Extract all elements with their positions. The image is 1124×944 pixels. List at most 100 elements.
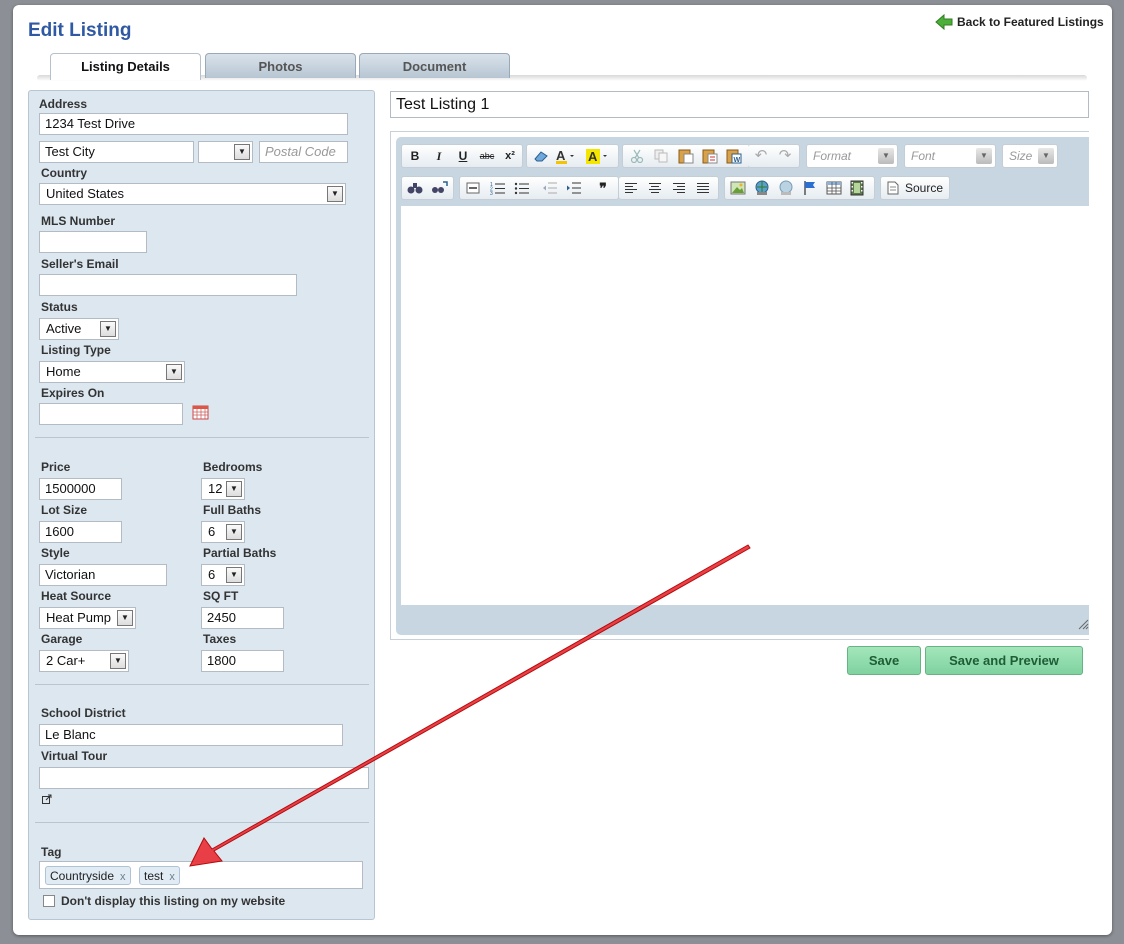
font-combo[interactable]: Font ▼	[904, 144, 996, 168]
listing-type-select[interactable]: Home ▼	[39, 361, 185, 383]
outdent-icon[interactable]	[542, 181, 558, 195]
address-input[interactable]: 1234 Test Drive	[39, 113, 348, 135]
style-input[interactable]: Victorian	[39, 564, 167, 586]
svg-text:A: A	[588, 149, 598, 164]
find-icon[interactable]	[407, 181, 423, 195]
full-baths-select[interactable]: 6 ▼	[201, 521, 245, 543]
toolbar-source: Source	[880, 176, 950, 200]
copy-icon[interactable]	[654, 149, 668, 163]
back-to-featured-link[interactable]: Back to Featured Listings	[935, 13, 1104, 31]
tag-label: Tag	[41, 845, 62, 859]
table-icon[interactable]	[826, 181, 842, 195]
status-select[interactable]: Active ▼	[39, 318, 119, 340]
justify-icon[interactable]	[696, 182, 710, 194]
tab-photos[interactable]: Photos	[205, 53, 356, 78]
numbered-list-icon[interactable]: 123	[490, 181, 506, 195]
tag-chip: test x	[139, 866, 180, 885]
horizontal-rule-icon[interactable]	[466, 182, 480, 194]
toolbar-insert	[724, 176, 875, 200]
svg-text:W: W	[734, 157, 741, 164]
align-left-icon[interactable]	[624, 182, 638, 194]
paste-icon[interactable]	[678, 148, 694, 164]
background-color-icon[interactable]: A	[585, 148, 611, 165]
seller-email-input[interactable]	[39, 274, 297, 296]
save-and-preview-button[interactable]: Save and Preview	[925, 646, 1083, 675]
format-combo[interactable]: Format ▼	[806, 144, 898, 168]
partial-baths-select[interactable]: 6 ▼	[201, 564, 245, 586]
garage-select[interactable]: 2 Car+ ▼	[39, 650, 129, 672]
divider	[35, 822, 369, 823]
price-input[interactable]: 1500000	[39, 478, 122, 500]
virtual-tour-label: Virtual Tour	[41, 749, 108, 763]
toolbar-alignment	[619, 176, 719, 200]
blockquote-icon[interactable]: ❞	[594, 180, 612, 196]
bulleted-list-icon[interactable]	[514, 181, 530, 195]
style-label: Style	[41, 546, 70, 560]
city-input[interactable]: Test City	[39, 141, 194, 163]
replace-icon[interactable]	[431, 180, 449, 196]
underline-button[interactable]: U	[454, 148, 472, 164]
redo-icon[interactable]: ↷	[776, 148, 794, 164]
text-color-icon[interactable]: A	[555, 148, 577, 164]
editor-content-area[interactable]	[401, 206, 1089, 605]
link-icon[interactable]	[754, 180, 770, 196]
heat-source-label: Heat Source	[41, 589, 112, 603]
save-button[interactable]: Save	[847, 646, 921, 675]
bold-button[interactable]: B	[406, 148, 424, 164]
unlink-icon[interactable]	[778, 180, 794, 196]
chevron-down-icon: ▼	[117, 610, 133, 626]
tag-remove-button[interactable]: x	[169, 871, 175, 883]
cut-icon[interactable]	[630, 149, 644, 163]
full-baths-label: Full Baths	[203, 503, 262, 517]
chevron-down-icon: ▼	[110, 653, 126, 669]
country-select[interactable]: United States ▼	[39, 183, 346, 205]
strikethrough-button[interactable]: abc	[478, 148, 496, 164]
superscript-button[interactable]: x²	[501, 148, 519, 164]
tab-document[interactable]: Document	[359, 53, 510, 78]
align-center-icon[interactable]	[648, 182, 662, 194]
align-right-icon[interactable]	[672, 182, 686, 194]
heat-source-select[interactable]: Heat Pump ▼	[39, 607, 136, 629]
lot-size-input[interactable]: 1600	[39, 521, 122, 543]
image-icon[interactable]	[730, 181, 746, 195]
hide-listing-label: Don't display this listing on my website	[61, 894, 286, 908]
source-button[interactable]: Source	[905, 180, 943, 196]
resize-grip-icon[interactable]	[1077, 618, 1089, 630]
page-title: Edit Listing	[28, 20, 132, 41]
hide-listing-checkbox[interactable]	[43, 895, 55, 907]
chevron-down-icon: ▼	[226, 567, 242, 583]
back-link-label: Back to Featured Listings	[957, 15, 1104, 29]
italic-button[interactable]: I	[430, 148, 448, 164]
paste-text-icon[interactable]	[702, 148, 718, 164]
sqft-input[interactable]: 2450	[201, 607, 284, 629]
mls-input[interactable]	[39, 231, 147, 253]
address-label: Address	[39, 97, 88, 111]
tab-listing-details[interactable]: Listing Details	[50, 53, 201, 80]
size-combo[interactable]: Size ▼	[1002, 144, 1058, 168]
listing-title-input[interactable]: Test Listing 1	[390, 91, 1089, 118]
font-placeholder: Font	[911, 149, 936, 163]
full-baths-value: 6	[208, 524, 216, 539]
external-link-icon[interactable]	[42, 794, 52, 804]
bedrooms-select[interactable]: 12 ▼	[201, 478, 245, 500]
paste-word-icon[interactable]: W	[726, 148, 742, 164]
media-icon[interactable]	[850, 180, 864, 196]
svg-text:A: A	[556, 148, 566, 163]
virtual-tour-input[interactable]	[39, 767, 369, 789]
expires-label: Expires On	[41, 386, 105, 400]
tag-remove-button[interactable]: x	[120, 871, 126, 883]
eraser-icon[interactable]	[533, 149, 549, 163]
taxes-input[interactable]: 1800	[201, 650, 284, 672]
school-district-input[interactable]: Le Blanc	[39, 724, 343, 746]
tag-input[interactable]: Countryside x test x	[39, 861, 363, 889]
mls-label: MLS Number	[41, 214, 116, 228]
state-select[interactable]: ▼	[198, 141, 253, 163]
undo-icon[interactable]: ↶	[752, 148, 770, 164]
anchor-flag-icon[interactable]	[803, 180, 817, 196]
expires-input[interactable]	[39, 403, 183, 425]
heat-source-value: Heat Pump	[46, 610, 112, 625]
calendar-icon[interactable]	[192, 404, 209, 420]
postal-code-input[interactable]: Postal Code	[259, 141, 348, 163]
country-label: Country	[41, 166, 87, 180]
indent-icon[interactable]	[566, 181, 582, 195]
